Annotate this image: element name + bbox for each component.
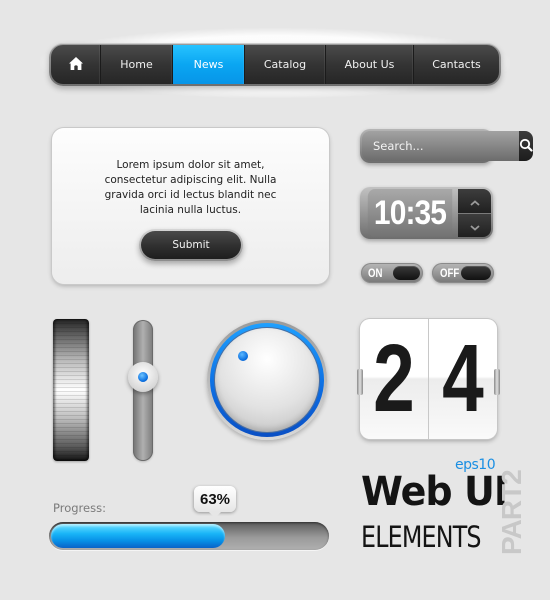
panel-text: Lorem ipsum dolor sit amet, consectetur … <box>104 159 277 216</box>
flip-counter: 2 4 <box>357 319 500 439</box>
submit-button-label: Submit <box>141 231 241 259</box>
toggle-on[interactable]: ON <box>361 263 423 283</box>
scroll-wheel[interactable] <box>53 319 89 461</box>
nav-item-label: News <box>193 58 224 71</box>
flip-digit-tens: 2 <box>373 325 415 432</box>
search-button[interactable] <box>519 131 533 161</box>
time-up-button[interactable] <box>458 189 491 214</box>
nav-item-label: Home <box>120 58 153 71</box>
flip-digit-ones: 4 <box>442 325 484 432</box>
nav-item-label: About Us <box>344 58 395 71</box>
flip-hinge-left <box>357 369 363 395</box>
title-elements: ELEMENTS <box>361 520 482 554</box>
knob-face <box>215 328 319 432</box>
chevron-up-icon <box>469 191 480 210</box>
title-web-ui: Web UI <box>361 469 508 515</box>
toggle-knob <box>393 266 420 280</box>
nav-item-catalog[interactable]: Catalog <box>245 45 326 84</box>
nav-item-home-icon[interactable] <box>51 45 101 84</box>
flip-divider <box>428 319 429 439</box>
text-panel: Lorem ipsum dolor sit amet, consectetur … <box>52 128 329 284</box>
title-part: PART2 <box>496 470 527 555</box>
nav-item-news[interactable]: News <box>173 45 245 84</box>
progress-fill <box>51 524 225 548</box>
toggle-label: ON <box>368 266 383 280</box>
nav-item-label: Cantacts <box>432 58 481 71</box>
time-picker: 10:35 <box>360 187 493 239</box>
search-input[interactable] <box>362 131 519 161</box>
vertical-slider-thumb[interactable] <box>128 362 158 392</box>
nav-item-label: Catalog <box>263 58 307 71</box>
search-icon <box>519 137 533 156</box>
chevron-down-icon <box>469 216 480 235</box>
toggle-knob <box>461 266 491 280</box>
toggle-label: OFF <box>440 266 460 280</box>
time-down-button[interactable] <box>458 213 491 237</box>
slider-indicator-dot <box>138 372 148 382</box>
time-stepper <box>458 189 491 237</box>
rotary-knob[interactable] <box>207 320 327 440</box>
submit-button[interactable]: Submit <box>139 229 243 261</box>
home-icon <box>68 56 84 74</box>
search-box <box>360 129 533 163</box>
nav-item-home[interactable]: Home <box>101 45 173 84</box>
flip-hinge-right <box>494 369 500 395</box>
progress-bar <box>49 522 329 550</box>
knob-indicator-dot <box>238 351 248 361</box>
main-nav: Home News Catalog About Us Cantacts <box>49 43 501 86</box>
progress-label: Progress: <box>53 501 106 515</box>
nav-inner: Home News Catalog About Us Cantacts <box>51 45 499 84</box>
progress-tooltip: 63% <box>193 486 237 518</box>
nav-item-contacts[interactable]: Cantacts <box>414 45 499 84</box>
toggle-off[interactable]: OFF <box>432 263 494 283</box>
nav-item-about-us[interactable]: About Us <box>326 45 414 84</box>
time-display: 10:35 <box>367 189 453 237</box>
